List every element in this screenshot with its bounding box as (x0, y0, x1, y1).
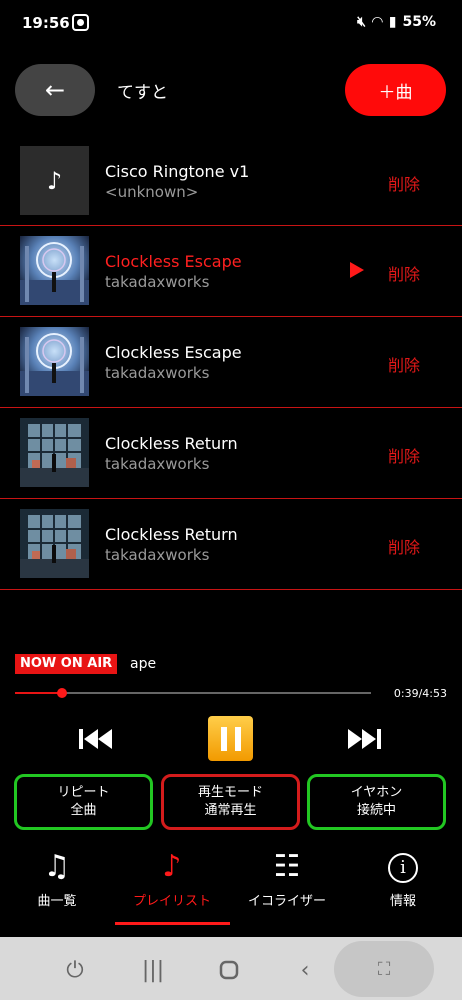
playlist-title: てすと (117, 83, 168, 103)
track-title: Cisco Ringtone v1 (105, 162, 250, 181)
next-button[interactable] (346, 728, 382, 750)
mute-icon: 🔇︎ (357, 14, 366, 30)
now-playing-title: ape (130, 656, 157, 672)
playback-time: 0:39/4:53 (393, 687, 447, 700)
status-time: 19:56 (22, 14, 70, 32)
nav-equalizer[interactable]: ☷ イコライザー (232, 846, 342, 926)
delete-button[interactable]: 削除 (388, 352, 420, 376)
delete-button[interactable]: 削除 (388, 261, 420, 285)
earphone-value: 接続中 (356, 803, 396, 818)
album-art (20, 236, 89, 305)
system-back-icon[interactable]: ‹ (290, 955, 320, 985)
nav-info[interactable]: i 情報 (348, 846, 458, 926)
album-art: ♪ (20, 146, 89, 215)
track-artist: <unknown> (105, 183, 199, 201)
repeat-mode-button[interactable]: リピート 全曲 (14, 774, 153, 830)
bottom-nav: ♫ 曲一覧 ♪ プレイリスト ☷ イコライザー i 情報 (0, 846, 462, 926)
earphone-label: イヤホン (350, 785, 403, 800)
playback-mode-label: 再生モード (197, 785, 263, 800)
track-row[interactable]: Clockless Escape takadaxworks 削除 (0, 226, 462, 317)
now-on-air-badge: NOW ON AIR (15, 654, 118, 674)
pause-icon-bar-right (234, 726, 241, 751)
music-notes-icon: ♫ (43, 849, 71, 884)
track-row[interactable]: Clockless Escape takadaxworks 削除 (0, 317, 462, 408)
nav-playlist[interactable]: ♪ プレイリスト (117, 846, 227, 926)
delete-button[interactable]: 削除 (388, 171, 420, 195)
status-icons: 🔇︎ ◠ ▮ 55% (357, 14, 436, 30)
back-button[interactable]: ← (15, 64, 95, 116)
mode-buttons: リピート 全曲 再生モード 通常再生 イヤホン 接続中 (0, 774, 462, 832)
repeat-mode-value: 全曲 (70, 803, 97, 818)
track-title: Clockless Return (105, 434, 238, 453)
track-artist: takadaxworks (105, 364, 210, 382)
album-art (20, 327, 89, 396)
album-art (20, 418, 89, 487)
track-artist: takadaxworks (105, 273, 210, 291)
playback-mode-value: 通常再生 (204, 803, 257, 818)
home-icon[interactable] (214, 955, 244, 985)
nav-info-label: 情報 (389, 894, 416, 909)
pause-button[interactable] (208, 716, 253, 761)
nav-song-list-label: 曲一覧 (37, 894, 77, 909)
signal-icon: ▮ (388, 14, 397, 30)
delete-button[interactable]: 削除 (388, 534, 420, 558)
equalizer-icon: ☷ (273, 849, 301, 884)
delete-button[interactable]: 削除 (388, 443, 420, 467)
battery-text: 55% (402, 14, 436, 30)
music-note-icon: ♪ (162, 849, 182, 884)
track-list: ♪ Cisco Ringtone v1 <unknown> 削除 Clockless E… (0, 136, 462, 590)
repeat-mode-label: リピート (57, 785, 110, 800)
track-artist: takadaxworks (105, 455, 210, 473)
seek-bar-thumb[interactable] (57, 688, 68, 698)
screen-capture-icon[interactable]: ⛶ (334, 941, 434, 997)
nav-equalizer-label: イコライザー (247, 894, 326, 909)
status-bar: 19:56 🔇︎ ◠ ▮ 55% (0, 0, 462, 48)
track-artist: takadaxworks (105, 546, 210, 564)
track-row[interactable]: Clockless Return takadaxworks 削除 (0, 408, 462, 499)
nav-playlist-label: プレイリスト (132, 894, 211, 909)
playlist-header: ← てすと ＋曲 (0, 64, 462, 118)
earphone-status-button[interactable]: イヤホン 接続中 (307, 774, 446, 830)
power-icon[interactable]: ⏻ (60, 955, 90, 985)
screenshot-icon (72, 14, 89, 31)
info-icon: i (388, 852, 418, 883)
track-title: Clockless Escape (105, 252, 242, 271)
playback-mode-button[interactable]: 再生モード 通常再生 (161, 774, 300, 830)
nav-song-list[interactable]: ♫ 曲一覧 (2, 846, 112, 926)
track-row[interactable]: ♪ Cisco Ringtone v1 <unknown> 削除 (0, 136, 462, 226)
seek-bar[interactable] (15, 688, 371, 698)
transport-controls (0, 714, 462, 762)
track-title: Clockless Return (105, 525, 238, 544)
skip-next-icon (348, 729, 381, 749)
previous-button[interactable] (78, 728, 114, 750)
album-art (20, 509, 89, 578)
add-song-button[interactable]: ＋曲 (345, 64, 446, 116)
track-row[interactable]: Clockless Return takadaxworks 削除 (0, 499, 462, 590)
music-note-icon: ♪ (46, 166, 63, 195)
now-playing-icon (350, 262, 364, 278)
track-title: Clockless Escape (105, 343, 242, 362)
recent-apps-icon[interactable]: ||| (138, 955, 168, 985)
seek-bar-fill (15, 692, 63, 694)
pause-icon-bar-left (220, 726, 227, 751)
wifi-icon: ◠ (371, 14, 383, 30)
system-nav-bar: ⏻ ||| ‹ ⛶ (0, 937, 462, 1000)
skip-previous-icon (79, 729, 112, 749)
active-tab-indicator (115, 922, 230, 925)
